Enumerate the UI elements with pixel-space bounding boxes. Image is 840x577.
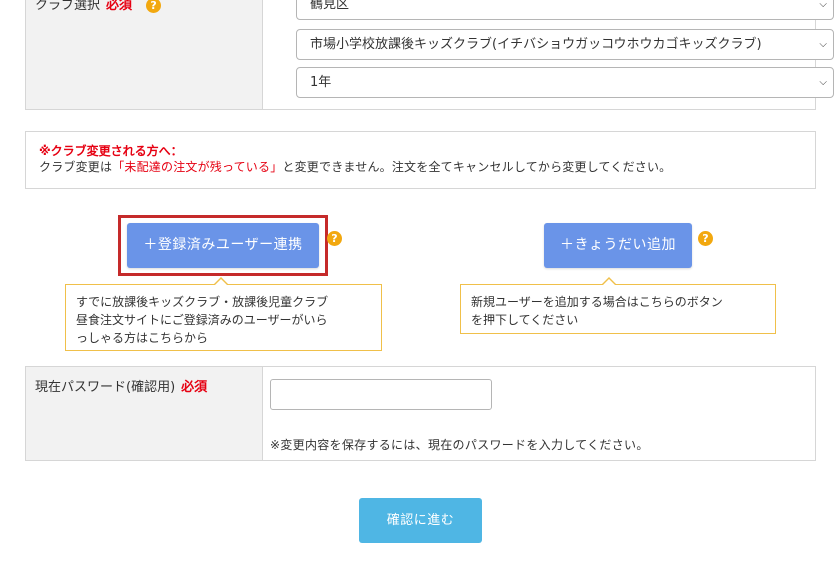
password-row: 現在パスワード(確認用) 必須 ※変更内容を保存するには、現在のパスワードを入力し…	[25, 366, 816, 461]
password-input[interactable]	[270, 379, 492, 410]
notice-title: ※クラブ変更される方へ：	[39, 144, 183, 158]
link-user-tooltip: すでに放課後キッズクラブ・放課後児童クラブ 昼食注文サイトにご登録済みのユーザー…	[65, 277, 382, 351]
club-select[interactable]: 市場小学校放課後キッズクラブ(イチバショウガッコウホウカゴキッズクラブ) ⌵	[296, 29, 834, 60]
club-select-label-cell: クラブ選択 必須?	[26, 0, 263, 109]
chevron-down-icon: ⌵	[819, 77, 827, 88]
club-select-label: クラブ選択 必須?	[35, 0, 162, 13]
help-icon[interactable]: ?	[698, 231, 713, 246]
chevron-down-icon: ⌵	[819, 0, 827, 10]
password-label-cell: 現在パスワード(確認用) 必須	[26, 367, 263, 460]
password-note: ※変更内容を保存するには、現在のパスワードを入力してください。	[270, 438, 649, 452]
required-badge: 必須	[106, 0, 133, 13]
club-select-row: クラブ選択 必須? 鶴見区 ⌵ 市場小学校放課後キッズクラブ(イチバショウガッコウ…	[25, 0, 834, 110]
help-icon[interactable]: ?	[327, 231, 342, 246]
grade-select[interactable]: 1年 ⌵	[296, 67, 834, 98]
ward-select[interactable]: 鶴見区 ⌵	[296, 0, 834, 20]
password-label: 現在パスワード(確認用) 必須	[35, 380, 208, 395]
proceed-to-confirm-button[interactable]: 確認に進む	[359, 498, 482, 543]
chevron-down-icon: ⌵	[819, 39, 827, 50]
notice-body: クラブ変更は「未配達の注文が残っている」と変更できません。注文を全てキャンセルし…	[39, 160, 672, 174]
link-registered-user-button[interactable]: ＋登録済みユーザー連携	[127, 223, 319, 268]
notice-highlight: 「未配達の注文が残っている」	[112, 160, 283, 174]
add-sibling-button[interactable]: ＋きょうだい追加	[544, 223, 692, 268]
help-icon[interactable]: ?	[146, 0, 162, 13]
club-change-notice: ※クラブ変更される方へ： クラブ変更は「未配達の注文が残っている」と変更できませ…	[25, 131, 816, 189]
add-sibling-tooltip: 新規ユーザーを追加する場合はこちらのボタン を押下してください	[460, 277, 776, 334]
required-badge: 必須	[181, 380, 208, 395]
